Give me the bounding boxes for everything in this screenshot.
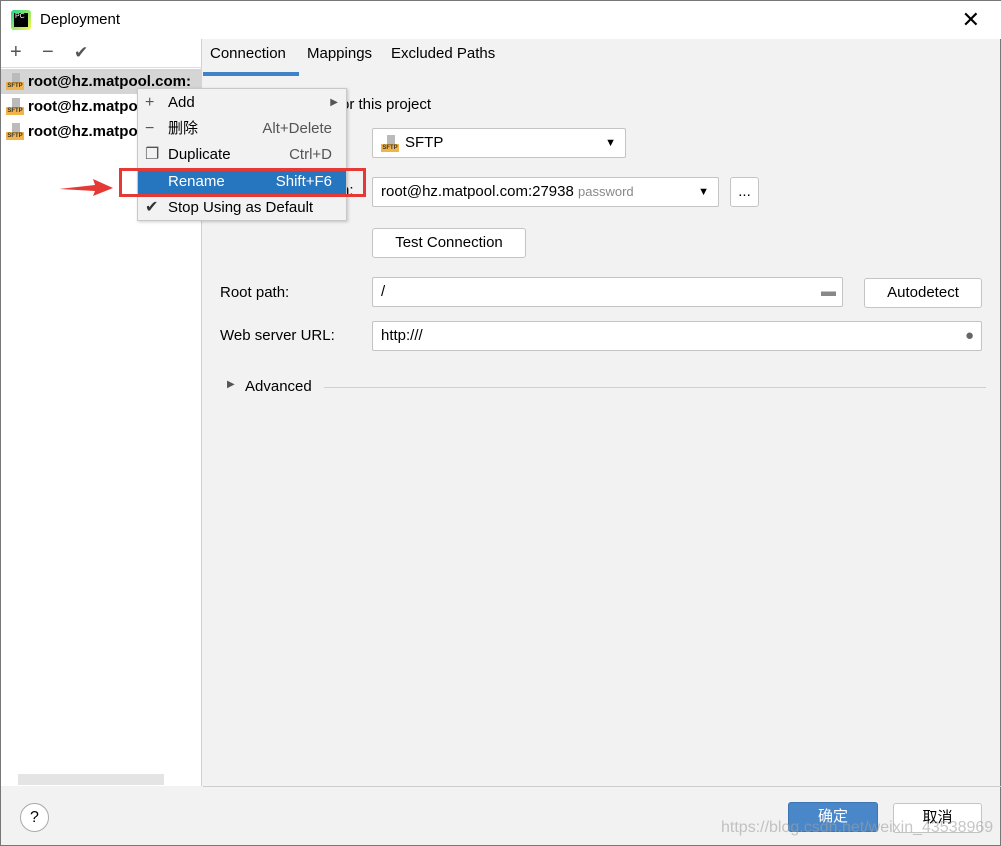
folder-icon: ▬ bbox=[821, 283, 836, 300]
menu-item-duplicate[interactable]: ❐ Duplicate Ctrl+D bbox=[138, 142, 346, 168]
arrow-annotation bbox=[59, 179, 113, 196]
check-icon: ✔ bbox=[145, 199, 159, 216]
duplicate-icon: ❐ bbox=[145, 146, 160, 163]
root-path-input[interactable]: / ▬ bbox=[372, 277, 843, 307]
pycharm-logo: PC bbox=[11, 10, 31, 30]
help-button[interactable]: ? bbox=[20, 803, 49, 832]
horizontal-scrollbar[interactable] bbox=[18, 774, 164, 785]
menu-item-delete[interactable]: − 删除 Alt+Delete bbox=[138, 116, 346, 142]
web-server-url-input[interactable]: http:///● bbox=[372, 321, 982, 351]
test-connection-button[interactable]: Test Connection bbox=[372, 228, 526, 258]
autodetect-button[interactable]: Autodetect bbox=[864, 278, 982, 308]
sftp-icon: SFTP bbox=[6, 123, 24, 140]
default-checkbox-label: or this project bbox=[341, 96, 432, 113]
window-title: Deployment bbox=[40, 11, 121, 28]
tab-mappings[interactable]: Mappings bbox=[307, 45, 372, 62]
tab-connection[interactable]: Connection bbox=[210, 45, 286, 62]
plus-icon: + bbox=[145, 94, 155, 111]
menu-item-add[interactable]: + Add ▶ bbox=[138, 90, 346, 116]
sftp-icon: SFTP bbox=[6, 73, 24, 90]
context-menu: + Add ▶ − 删除 Alt+Delete ❐ Duplicate Ctrl+D Ren… bbox=[137, 88, 347, 221]
title-bar: PC Deployment ✕ bbox=[1, 1, 1001, 39]
sftp-icon: SFTP bbox=[6, 98, 24, 115]
root-path-label: Root path: bbox=[220, 284, 290, 301]
advanced-section[interactable]: Advanced bbox=[245, 378, 312, 395]
globe-icon: ● bbox=[964, 327, 974, 344]
sftp-icon: SFTP bbox=[381, 135, 399, 152]
highlight-box bbox=[119, 168, 366, 197]
more-button[interactable]: ... bbox=[730, 177, 759, 207]
check-icon[interactable]: ✔ bbox=[74, 43, 88, 63]
ssh-config-select[interactable]: root@hz.matpool.com:27938 password ▼ bbox=[372, 177, 719, 207]
minus-icon: − bbox=[145, 120, 155, 137]
close-icon[interactable]: ✕ bbox=[962, 7, 980, 33]
chevron-down-icon: ▼ bbox=[605, 137, 616, 149]
submenu-arrow-icon: ▶ bbox=[330, 97, 338, 108]
menu-item-stop-default[interactable]: ✔ Stop Using as Default bbox=[138, 195, 346, 221]
remove-icon[interactable]: − bbox=[42, 41, 54, 64]
chevron-down-icon: ▼ bbox=[698, 186, 709, 198]
expand-icon[interactable]: ▶ bbox=[227, 379, 235, 390]
web-server-url-label: Web server URL: bbox=[220, 327, 335, 344]
type-select[interactable]: SFTP SFTP ▼ bbox=[372, 128, 626, 158]
watermark: https://blog.csdn.net/weixin_43538969 bbox=[721, 819, 994, 836]
add-icon[interactable]: + bbox=[10, 41, 22, 64]
tab-excluded-paths[interactable]: Excluded Paths bbox=[391, 45, 495, 62]
